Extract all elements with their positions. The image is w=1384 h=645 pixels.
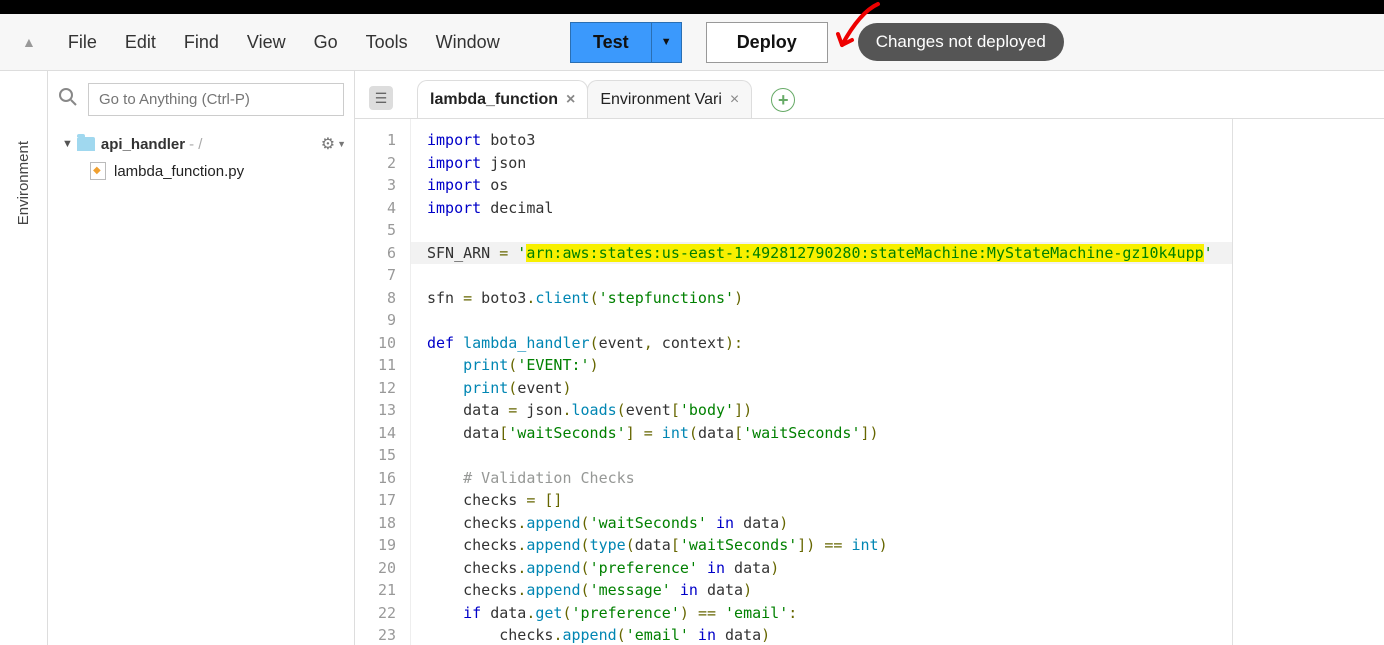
tree-folder-row[interactable]: ▼ api_handler - / ⚙▼ [62,130,346,158]
add-tab-button[interactable]: + [771,88,795,112]
search-icon[interactable] [58,87,78,113]
tab-label: Environment Vari [600,91,722,109]
collapse-panel-icon[interactable]: ▲ [22,34,36,50]
code-area: 1234567891011121314151617181920212223 im… [355,119,1384,645]
gear-icon[interactable]: ⚙▼ [321,134,346,154]
test-button[interactable]: Test [570,22,652,63]
goto-anything-input[interactable] [88,83,344,116]
caret-down-icon[interactable]: ▼ [62,138,73,150]
test-dropdown-button[interactable]: ▼ [652,22,682,63]
close-icon[interactable]: × [730,91,739,109]
tab-bar: ☰ lambda_function × Environment Vari × + [355,71,1384,119]
tab-list-toggle-icon[interactable]: ☰ [369,86,393,110]
menu-items: File Edit Find View Go Tools Window [54,32,514,53]
menu-edit[interactable]: Edit [111,32,170,53]
menu-tools[interactable]: Tools [352,32,422,53]
topbar-black [0,0,1384,14]
line-gutter: 1234567891011121314151617181920212223 [355,119,411,645]
right-margin [1232,119,1384,645]
action-buttons: Test ▼ Deploy Changes not deployed [570,22,1064,63]
file-tree: ▼ api_handler - / ⚙▼ lambda_function.py [48,128,354,184]
file-name: lambda_function.py [114,163,244,180]
tab-lambda-function[interactable]: lambda_function × [417,80,588,118]
folder-icon [77,137,95,151]
menu-find[interactable]: Find [170,32,233,53]
tab-label: lambda_function [430,91,558,109]
tab-environment-variables[interactable]: Environment Vari × [587,80,752,118]
menu-go[interactable]: Go [300,32,352,53]
editor-area: ☰ lambda_function × Environment Vari × +… [355,71,1384,645]
tree-file-row[interactable]: lambda_function.py [62,158,346,184]
file-panel: ▼ api_handler - / ⚙▼ lambda_function.py [48,71,355,645]
environment-tab[interactable]: Environment [0,71,48,645]
test-button-group: Test ▼ [570,22,682,63]
close-icon[interactable]: × [566,91,575,109]
changes-not-deployed-badge: Changes not deployed [858,23,1064,61]
search-row [48,71,354,128]
file-icon [90,162,106,180]
caret-down-icon: ▼ [337,139,346,149]
environment-tab-label: Environment [15,141,32,225]
deploy-button[interactable]: Deploy [706,22,828,63]
menubar: ▲ File Edit Find View Go Tools Window Te… [0,14,1384,71]
menu-file[interactable]: File [54,32,111,53]
main: Environment ▼ api_handler - / ⚙▼ [0,71,1384,645]
folder-name: api_handler [101,136,185,153]
menu-view[interactable]: View [233,32,300,53]
sidebar-left: Environment ▼ api_handler - / ⚙▼ [0,71,355,645]
code-editor[interactable]: import boto3import jsonimport osimport d… [411,119,1232,645]
menu-window[interactable]: Window [422,32,514,53]
folder-suffix: - / [189,136,202,153]
